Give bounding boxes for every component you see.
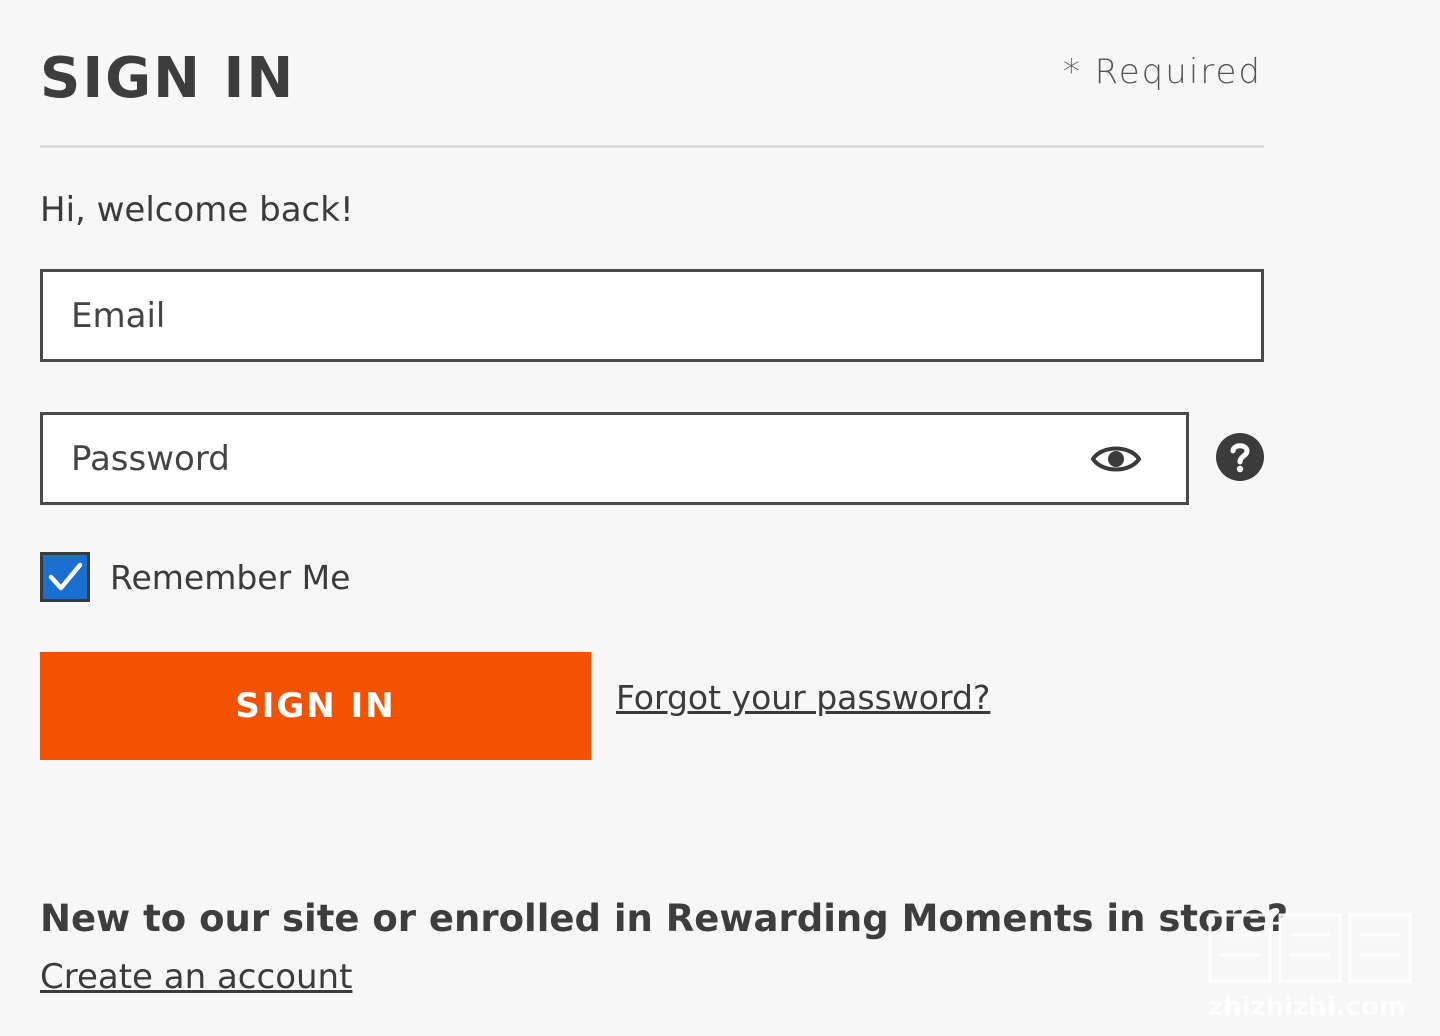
required-note: * Required: [1062, 52, 1262, 92]
forgot-password-link[interactable]: Forgot your password?: [616, 676, 990, 720]
password-input[interactable]: [43, 415, 1186, 502]
create-account-link[interactable]: Create an account: [40, 955, 352, 999]
remember-me-checkbox[interactable]: [40, 552, 90, 602]
question-circle-icon[interactable]: [1216, 433, 1264, 481]
new-customer-heading: New to our site or enrolled in Rewarding…: [40, 897, 1289, 940]
watermark-text: zhizhizhi.com: [1208, 992, 1406, 1022]
page-title: SIGN IN: [40, 46, 296, 111]
email-field-container: [40, 269, 1264, 362]
checkmark-icon: [48, 562, 83, 591]
eye-icon[interactable]: [1090, 439, 1142, 479]
password-field-container: [40, 412, 1189, 505]
remember-me-label: Remember Me: [110, 557, 351, 597]
welcome-message: Hi, welcome back!: [40, 190, 354, 230]
sign-in-button[interactable]: SIGN IN: [40, 652, 591, 760]
email-input[interactable]: [43, 272, 1261, 359]
header-divider: [40, 145, 1264, 148]
remember-me[interactable]: Remember Me: [40, 552, 350, 602]
